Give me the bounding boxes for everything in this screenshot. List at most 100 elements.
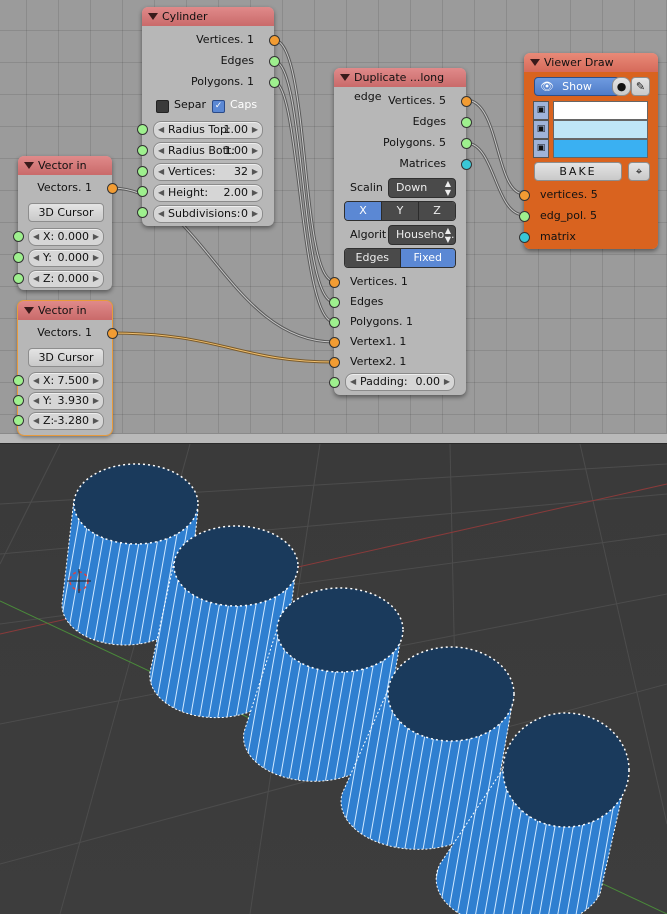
socket-radius-top-in[interactable] <box>137 124 148 135</box>
decrement-arrow-icon[interactable]: ◀ <box>158 206 164 222</box>
socket-dup-padding-in[interactable] <box>329 377 340 388</box>
increment-arrow-icon[interactable]: ▶ <box>93 413 99 429</box>
vector-in-node-header[interactable]: Vector in <box>18 301 112 320</box>
socket-radius-bottom-in[interactable] <box>137 145 148 156</box>
socket-subdivisions-in[interactable] <box>137 207 148 218</box>
socket-vec1-y-in[interactable] <box>13 252 24 263</box>
collapse-triangle-icon[interactable] <box>148 13 158 20</box>
increment-arrow-icon[interactable]: ▶ <box>93 271 99 287</box>
decrement-arrow-icon[interactable]: ◀ <box>33 250 39 266</box>
socket-dup-vertices-in[interactable] <box>329 277 340 288</box>
decrement-arrow-icon[interactable]: ◀ <box>33 373 39 389</box>
socket-vertices-in[interactable] <box>137 166 148 177</box>
vector-in-node-2[interactable]: Vector in Vectors. 1 3D Cursor ◀ X: 7.500 ▶… <box>17 300 113 436</box>
socket-dup-vertices-out[interactable] <box>461 96 472 107</box>
increment-arrow-icon[interactable]: ▶ <box>93 229 99 245</box>
edge-color-swatch[interactable] <box>553 120 648 139</box>
socket-cyl-vertices-out[interactable] <box>269 35 280 46</box>
socket-viewer-vertices-in[interactable] <box>519 190 530 201</box>
radius-bottom-field[interactable]: ◀ Radius Bott: 1.00 ▶ <box>153 142 263 160</box>
cylinder-node[interactable]: Cylinder Vertices. 1 Edges Polygons. 1 S… <box>142 7 274 226</box>
socket-cyl-edges-out[interactable] <box>269 56 280 67</box>
collapse-triangle-icon[interactable] <box>340 74 350 81</box>
y-field[interactable]: ◀ Y: 3.930 ▶ <box>28 392 104 410</box>
socket-dup-matrices-out[interactable] <box>461 159 472 170</box>
bake-button[interactable]: BAKE <box>534 162 622 181</box>
algorithm-dropdown[interactable]: Househo... ▲ ▼ <box>388 225 456 245</box>
face-color-swatch[interactable] <box>553 139 648 158</box>
duplicate-node-header[interactable]: Duplicate ...long edge <box>334 68 466 103</box>
socket-vec1-z-in[interactable] <box>13 273 24 284</box>
socket-vec2-out[interactable] <box>107 328 118 339</box>
decrement-arrow-icon[interactable]: ◀ <box>158 185 164 201</box>
socket-cyl-polygons-out[interactable] <box>269 77 280 88</box>
decrement-arrow-icon[interactable]: ◀ <box>33 271 39 287</box>
viewer-node-header[interactable]: Viewer Draw <box>524 53 658 72</box>
collapse-triangle-icon[interactable] <box>24 307 34 314</box>
height-field[interactable]: ◀ Height: 2.00 ▶ <box>153 184 263 202</box>
axis-x-option[interactable]: X <box>345 202 381 220</box>
axis-z-option[interactable]: Z <box>418 202 455 220</box>
padding-field[interactable]: ◀ Padding: 0.00 ▶ <box>345 373 455 391</box>
axis-y-option[interactable]: Y <box>381 202 418 220</box>
socket-dup-vertex2-in[interactable] <box>329 357 340 368</box>
mode-fixed-option[interactable]: Fixed <box>399 249 455 267</box>
decrement-arrow-icon[interactable]: ◀ <box>33 393 39 409</box>
socket-dup-vertex1-in[interactable] <box>329 337 340 348</box>
socket-dup-edges-in[interactable] <box>329 297 340 308</box>
socket-vec2-z-in[interactable] <box>13 415 24 426</box>
decrement-arrow-icon[interactable]: ◀ <box>33 413 39 429</box>
decrement-arrow-icon[interactable]: ◀ <box>158 164 164 180</box>
transform-button[interactable]: ⌖ <box>628 162 650 181</box>
socket-dup-polygons-in[interactable] <box>329 317 340 328</box>
z-field[interactable]: ◀ Z: -3.280 ▶ <box>28 412 104 430</box>
show-toggle-button[interactable]: 👁 Show <box>534 77 620 96</box>
scaling-dropdown[interactable]: Down ▲ ▼ <box>388 178 456 198</box>
y-field[interactable]: ◀ Y: 0.000 ▶ <box>28 249 104 267</box>
socket-vec1-out[interactable] <box>107 183 118 194</box>
cylinder-node-header[interactable]: Cylinder <box>142 7 274 26</box>
socket-viewer-edgpol-in[interactable] <box>519 211 530 222</box>
vertices-field[interactable]: ◀ Vertices: 32 ▶ <box>153 163 263 181</box>
vector-in-node-header[interactable]: Vector in <box>18 156 112 175</box>
node-editor[interactable]: Cylinder Vertices. 1 Edges Polygons. 1 S… <box>0 0 667 443</box>
axis-selector[interactable]: X Y Z <box>344 201 456 221</box>
duplicate-along-edge-node[interactable]: Duplicate ...long edge Vertices. 5 Edges… <box>334 68 466 395</box>
increment-arrow-icon[interactable]: ▶ <box>93 393 99 409</box>
decrement-arrow-icon[interactable]: ◀ <box>350 374 356 390</box>
3d-viewport[interactable] <box>0 443 667 914</box>
mode-selector[interactable]: Edges Fixed <box>344 248 456 268</box>
collapse-triangle-icon[interactable] <box>530 59 540 66</box>
increment-arrow-icon[interactable]: ▶ <box>252 143 258 159</box>
decrement-arrow-icon[interactable]: ◀ <box>33 229 39 245</box>
increment-arrow-icon[interactable]: ▶ <box>252 164 258 180</box>
3d-cursor-button[interactable]: 3D Cursor <box>28 348 104 367</box>
pin-button[interactable]: ✎ <box>631 77 650 96</box>
separate-checkbox[interactable] <box>156 100 169 113</box>
socket-vec2-x-in[interactable] <box>13 375 24 386</box>
socket-viewer-matrix-in[interactable] <box>519 232 530 243</box>
z-field[interactable]: ◀ Z: 0.000 ▶ <box>28 270 104 288</box>
collapse-triangle-icon[interactable] <box>24 162 34 169</box>
x-field[interactable]: ◀ X: 7.500 ▶ <box>28 372 104 390</box>
radius-top-field[interactable]: ◀ Radius Top: 1.00 ▶ <box>153 121 263 139</box>
increment-arrow-icon[interactable]: ▶ <box>252 122 258 138</box>
vertex-color-swatch[interactable] <box>553 101 648 120</box>
increment-arrow-icon[interactable]: ▶ <box>444 374 450 390</box>
socket-dup-edges-out[interactable] <box>461 117 472 128</box>
decrement-arrow-icon[interactable]: ◀ <box>158 143 164 159</box>
increment-arrow-icon[interactable]: ▶ <box>252 206 258 222</box>
socket-height-in[interactable] <box>137 186 148 197</box>
vector-in-node-1[interactable]: Vector in Vectors. 1 3D Cursor ◀ X: 0.000 ▶… <box>18 156 112 290</box>
mode-edges-option[interactable]: Edges <box>345 249 400 267</box>
x-field[interactable]: ◀ X: 0.000 ▶ <box>28 228 104 246</box>
subdivisions-field[interactable]: ◀ Subdivisions: 0 ▶ <box>153 205 263 223</box>
viewer-draw-node[interactable]: Viewer Draw 👁 Show ● ✎ ▣ ▣ ▣ BAKE ⌖ verti… <box>524 53 658 249</box>
3d-cursor-button[interactable]: 3D Cursor <box>28 203 104 222</box>
socket-vec2-y-in[interactable] <box>13 395 24 406</box>
socket-vec1-x-in[interactable] <box>13 231 24 242</box>
decrement-arrow-icon[interactable]: ◀ <box>158 122 164 138</box>
socket-dup-polygons-out[interactable] <box>461 138 472 149</box>
shading-sphere-button[interactable]: ● <box>612 77 631 96</box>
increment-arrow-icon[interactable]: ▶ <box>93 373 99 389</box>
